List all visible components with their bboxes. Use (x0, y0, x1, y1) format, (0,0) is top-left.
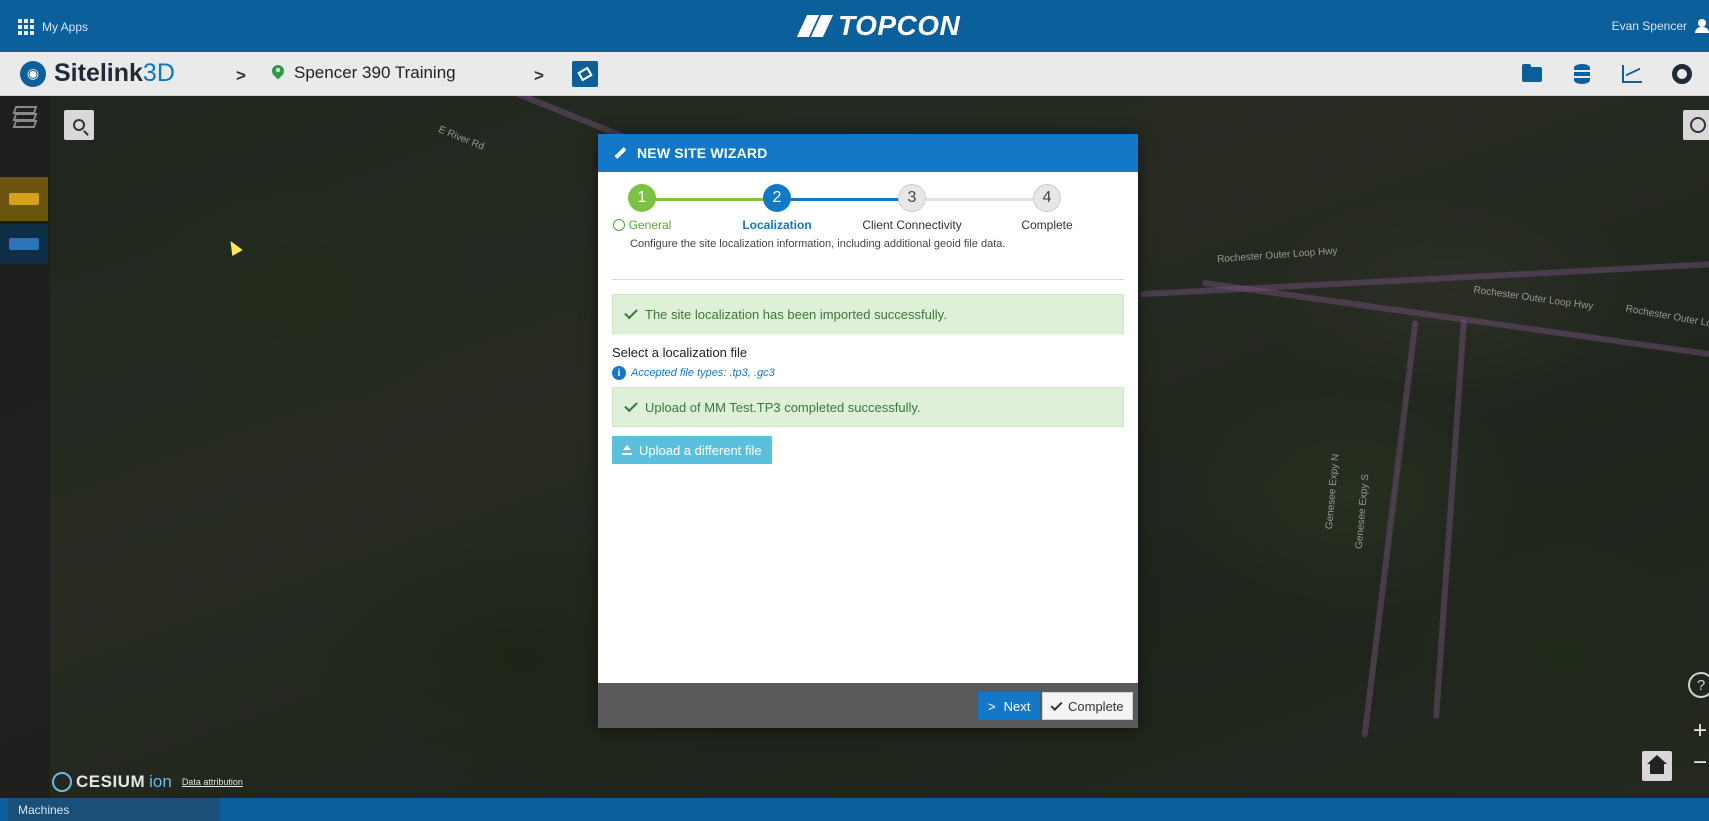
select-file-label: Select a localization file (612, 345, 748, 360)
new-site-wizard-dialog: NEW SITE WIZARD 1 2 3 4 General Localiza… (598, 134, 1138, 728)
checkmark-icon (1050, 698, 1063, 711)
cogs-icon (1672, 64, 1692, 84)
data-button[interactable] (1569, 61, 1595, 87)
step-3-indicator[interactable]: 3 (898, 184, 926, 212)
topcon-logo: TOPCON (796, 10, 961, 42)
upload-icon (622, 445, 632, 455)
brand-name: TOPCON (838, 10, 961, 41)
step-1-indicator[interactable]: 1 (628, 184, 656, 212)
reports-button[interactable] (1619, 61, 1645, 87)
files-button[interactable] (1519, 61, 1545, 87)
accepted-types-text: Accepted file types: .tp3, .gc3 (631, 367, 775, 379)
map-home-button[interactable] (1642, 751, 1672, 781)
navigation-bar: ◉ Sitelink 3D > Spencer 390 Training > (0, 52, 1709, 96)
breadcrumb-chevron-icon: > (534, 66, 544, 85)
breadcrumb-chevron-icon: > (236, 66, 246, 85)
settings-button[interactable] (1669, 61, 1695, 87)
app-suffix: 3D (142, 59, 175, 87)
bottom-bar: Machines (0, 798, 1709, 821)
machines-tab[interactable]: Machines (8, 798, 220, 821)
step-4-label: Complete (1021, 218, 1073, 232)
step-1-label: General (582, 218, 702, 232)
cesium-logo-text: CESIUM (76, 772, 146, 791)
apps-grid-icon (18, 19, 34, 35)
topcon-logo-mark-icon (796, 15, 834, 37)
info-icon: i (612, 366, 626, 380)
upload-success-text: Upload of MM Test.TP3 completed successf… (645, 399, 921, 415)
upload-different-file-button[interactable]: Upload a different file (612, 436, 772, 464)
app-name: Sitelink (54, 59, 143, 87)
site-tag-button[interactable] (572, 61, 598, 87)
layers-button[interactable] (12, 104, 38, 130)
tag-icon (577, 66, 593, 82)
help-button[interactable]: ? (1688, 672, 1709, 698)
cesium-ion-text: ion (149, 772, 172, 791)
upload-success-alert: Upload of MM Test.TP3 completed successf… (612, 387, 1124, 427)
check-circle-icon (612, 219, 625, 231)
home-icon (1647, 754, 1667, 774)
pencil-icon (614, 146, 627, 160)
project-name: Spencer 390 Training (294, 63, 456, 82)
import-success-alert: The site localization has been imported … (612, 294, 1124, 334)
zoom-in-button[interactable]: + (1688, 717, 1709, 744)
database-icon (1574, 64, 1590, 84)
user-icon (1695, 19, 1709, 33)
dozer-icon (9, 238, 39, 250)
complete-button-label: Complete (1068, 698, 1124, 714)
project-selector[interactable]: Spencer 390 Training (272, 63, 456, 83)
step-2-indicator[interactable]: 2 (763, 184, 791, 212)
cesium-attribution: CESIUM ion Data attribution (52, 772, 243, 792)
user-name: Evan Spencer (1611, 19, 1687, 33)
cesium-logo-icon (52, 772, 72, 792)
folder-icon (1522, 63, 1542, 82)
sitelink-logo-icon: ◉ (20, 60, 46, 87)
step-4-indicator[interactable]: 4 (1033, 184, 1061, 212)
zoom-out-button[interactable]: − (1688, 749, 1709, 776)
upload-button-label: Upload a different file (639, 442, 762, 458)
sitelink-home-link[interactable]: ◉ Sitelink 3D (20, 59, 175, 88)
app-root: My Apps TOPCON Evan Spencer ◉ Sitelink 3… (0, 0, 1709, 821)
toolbar-icons (1519, 61, 1709, 87)
checkmark-icon (624, 305, 638, 320)
trucks-panel-tab[interactable] (0, 177, 48, 221)
wizard-footer: > Next Complete (598, 683, 1138, 728)
dump-truck-icon (9, 193, 39, 205)
next-button[interactable]: > Next (978, 692, 1041, 720)
wizard-stepper: 1 2 3 4 General Localization Client Conn… (612, 184, 1098, 232)
my-apps-label: My Apps (42, 20, 89, 34)
chevron-right-icon: > (988, 698, 996, 714)
user-menu[interactable]: Evan Spencer (1612, 19, 1709, 33)
wizard-title: NEW SITE WIZARD (637, 145, 768, 161)
stepper-track-active (777, 198, 912, 201)
search-icon (73, 119, 85, 131)
line-chart-icon (1622, 65, 1642, 83)
step-3-label: Client Connectivity (862, 218, 962, 232)
checkmark-icon (624, 398, 638, 413)
stepper-track-todo (912, 198, 1047, 201)
complete-button[interactable]: Complete (1042, 692, 1133, 720)
data-attribution-link[interactable]: Data attribution (182, 777, 243, 787)
step-2-label: Localization (742, 218, 812, 232)
wizard-header: NEW SITE WIZARD (598, 134, 1138, 172)
import-success-text: The site localization has been imported … (645, 306, 947, 322)
location-pin-icon (272, 65, 284, 81)
globe-icon (1690, 117, 1706, 133)
top-bar: My Apps TOPCON Evan Spencer (0, 0, 1709, 52)
stepper-track-done (642, 198, 777, 201)
globe-view-button[interactable] (1683, 110, 1709, 140)
dozers-panel-tab[interactable] (0, 224, 48, 264)
next-button-label: Next (1003, 698, 1031, 714)
map-search-button[interactable] (64, 110, 94, 140)
my-apps-menu[interactable]: My Apps (18, 19, 88, 35)
accepted-types-hint: i Accepted file types: .tp3, .gc3 (612, 366, 775, 380)
divider (612, 279, 1124, 280)
step-description: Configure the site localization informat… (630, 238, 1006, 250)
